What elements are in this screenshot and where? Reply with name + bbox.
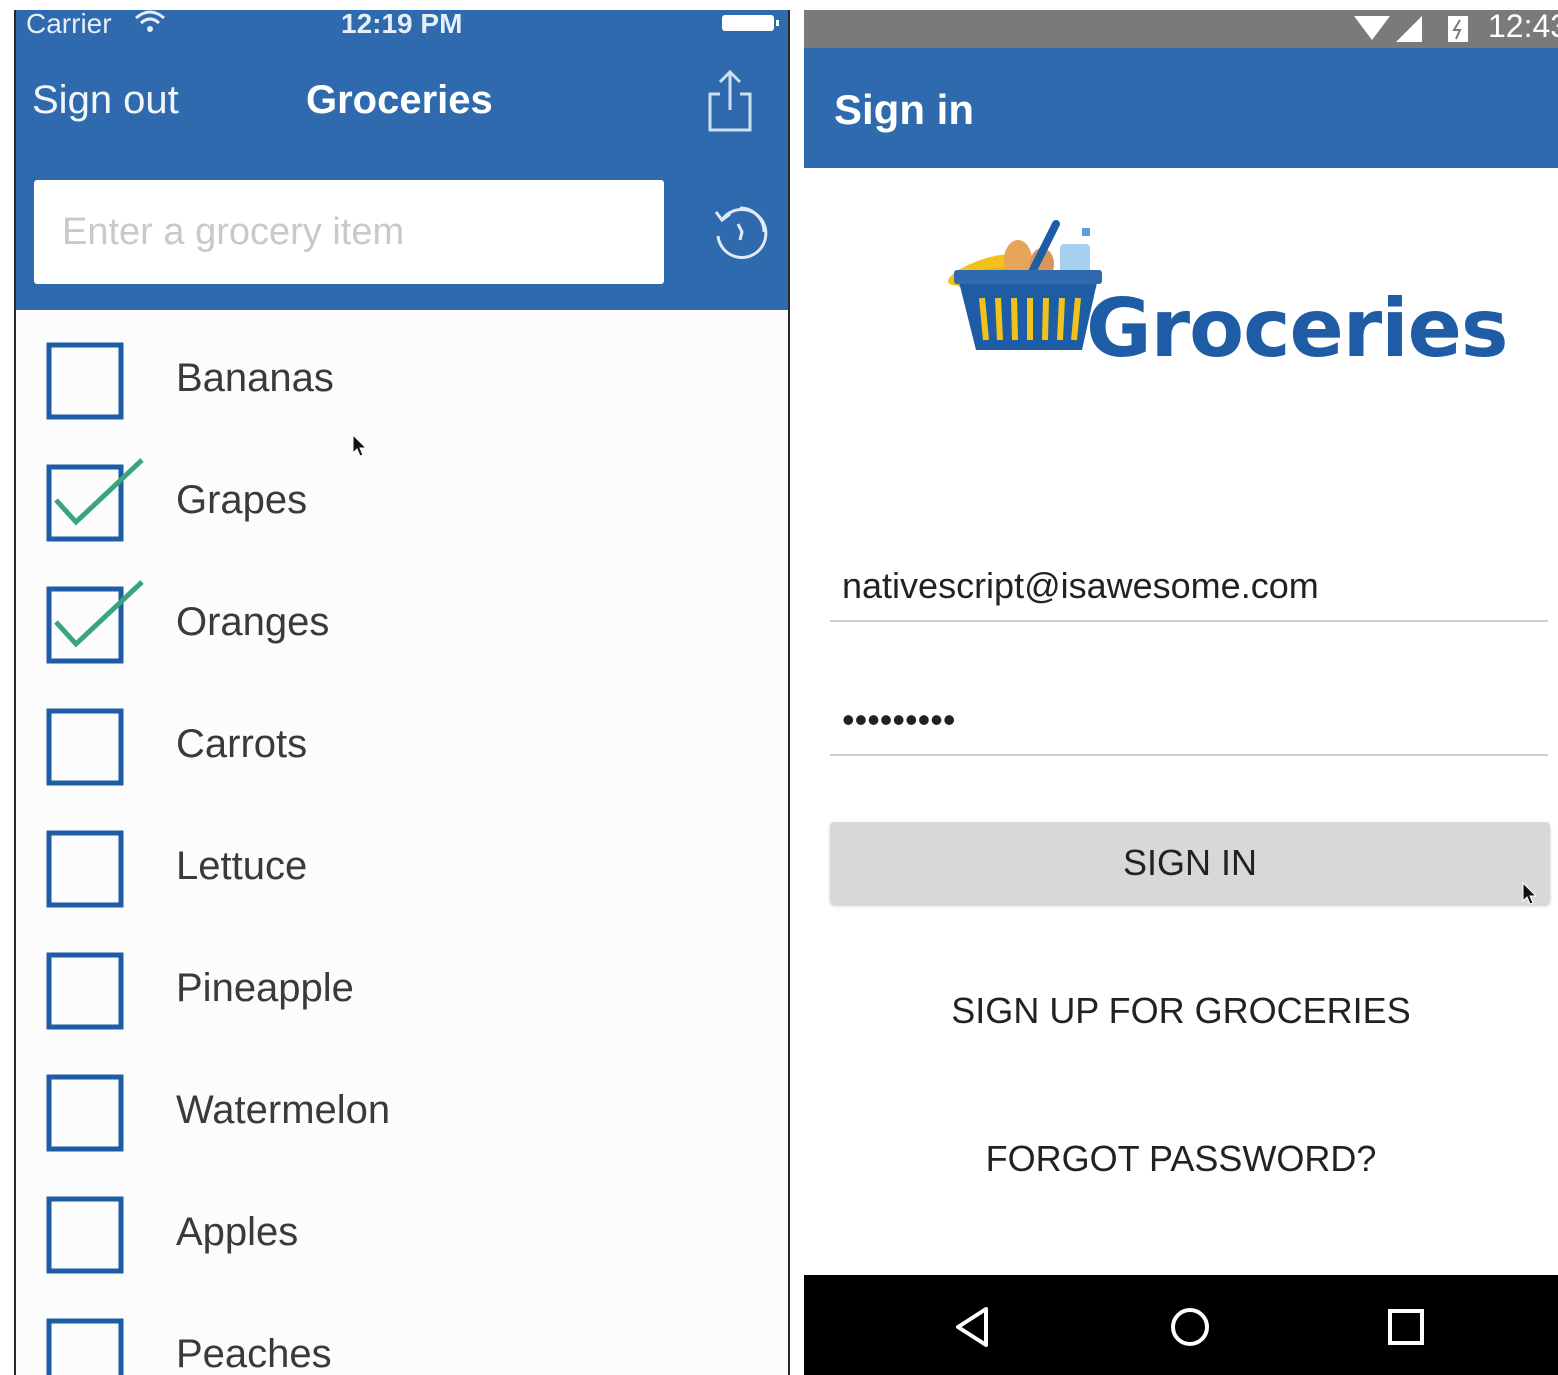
item-label: Bananas	[176, 356, 334, 400]
android-navigation-bar	[804, 1275, 1558, 1375]
item-label: Peaches	[176, 1332, 332, 1375]
sign-up-button[interactable]: SIGN UP FOR GROCERIES	[804, 990, 1558, 1032]
checkbox-unchecked[interactable]	[46, 830, 128, 910]
list-item[interactable]: Oranges	[16, 554, 788, 676]
signal-icons	[1354, 16, 1468, 42]
page-title: Groceries	[306, 78, 493, 122]
item-label: Grapes	[176, 478, 308, 522]
ios-navigation-bar: Sign out Groceries	[16, 40, 788, 160]
share-icon[interactable]	[706, 68, 754, 134]
battery-icon	[722, 15, 779, 31]
home-icon[interactable]	[1168, 1305, 1212, 1349]
checkbox-unchecked[interactable]	[46, 1074, 128, 1154]
list-item[interactable]: Bananas	[16, 310, 788, 432]
grocery-item-input[interactable]	[34, 180, 664, 284]
list-item[interactable]: Pineapple	[16, 920, 788, 1042]
item-label: Watermelon	[176, 1088, 391, 1132]
ios-clock: 12:19 PM	[341, 10, 463, 39]
ios-status-bar: Carrier 12:19 PM	[16, 10, 788, 40]
forgot-password-button[interactable]: FORGOT PASSWORD?	[804, 1138, 1558, 1180]
mouse-pointer-icon	[352, 434, 368, 457]
android-clock: 12:43	[1488, 10, 1558, 44]
email-field[interactable]	[830, 552, 1548, 622]
item-label: Carrots	[176, 722, 308, 766]
ios-groceries-screen: Carrier 12:19 PM Sign out Groceries Ente…	[14, 10, 790, 1375]
sign-in-button[interactable]: SIGN IN	[830, 822, 1550, 904]
checkbox-checked[interactable]	[46, 458, 144, 544]
item-label: Apples	[176, 1210, 299, 1254]
checkbox-unchecked[interactable]	[46, 1196, 128, 1276]
list-item[interactable]: Grapes	[16, 432, 788, 554]
android-app-bar: Sign in	[804, 48, 1558, 168]
mouse-pointer-icon	[1522, 882, 1538, 905]
logo-text: Groceries	[1086, 282, 1509, 375]
page-title: Sign in	[834, 86, 974, 133]
password-field[interactable]	[830, 686, 1548, 756]
add-item-bar	[16, 160, 788, 310]
checkbox-unchecked[interactable]	[46, 1318, 128, 1375]
android-status-bar: 12:43	[804, 10, 1558, 48]
item-label: Pineapple	[176, 966, 354, 1010]
item-label: Oranges	[176, 600, 330, 644]
back-icon[interactable]	[950, 1305, 994, 1349]
history-icon[interactable]	[710, 202, 770, 262]
sign-out-button[interactable]: Sign out	[32, 78, 179, 123]
item-label: Lettuce	[176, 844, 308, 888]
list-item[interactable]: Carrots	[16, 676, 788, 798]
checkbox-unchecked[interactable]	[46, 342, 128, 422]
wifi-icon	[135, 10, 165, 32]
carrier-label: Carrier	[26, 10, 112, 39]
checkbox-unchecked[interactable]	[46, 952, 128, 1032]
list-item[interactable]: Peaches	[16, 1286, 788, 1375]
android-sign-in-screen: 12:43 Sign in Groceries SIGN IN SIGN UP	[804, 10, 1558, 1375]
list-item[interactable]: Watermelon	[16, 1042, 788, 1164]
checkbox-checked[interactable]	[46, 580, 144, 666]
recent-apps-icon[interactable]	[1384, 1305, 1428, 1349]
checkbox-unchecked[interactable]	[46, 708, 128, 788]
list-item[interactable]: Lettuce	[16, 798, 788, 920]
list-item[interactable]: Apples	[16, 1164, 788, 1286]
